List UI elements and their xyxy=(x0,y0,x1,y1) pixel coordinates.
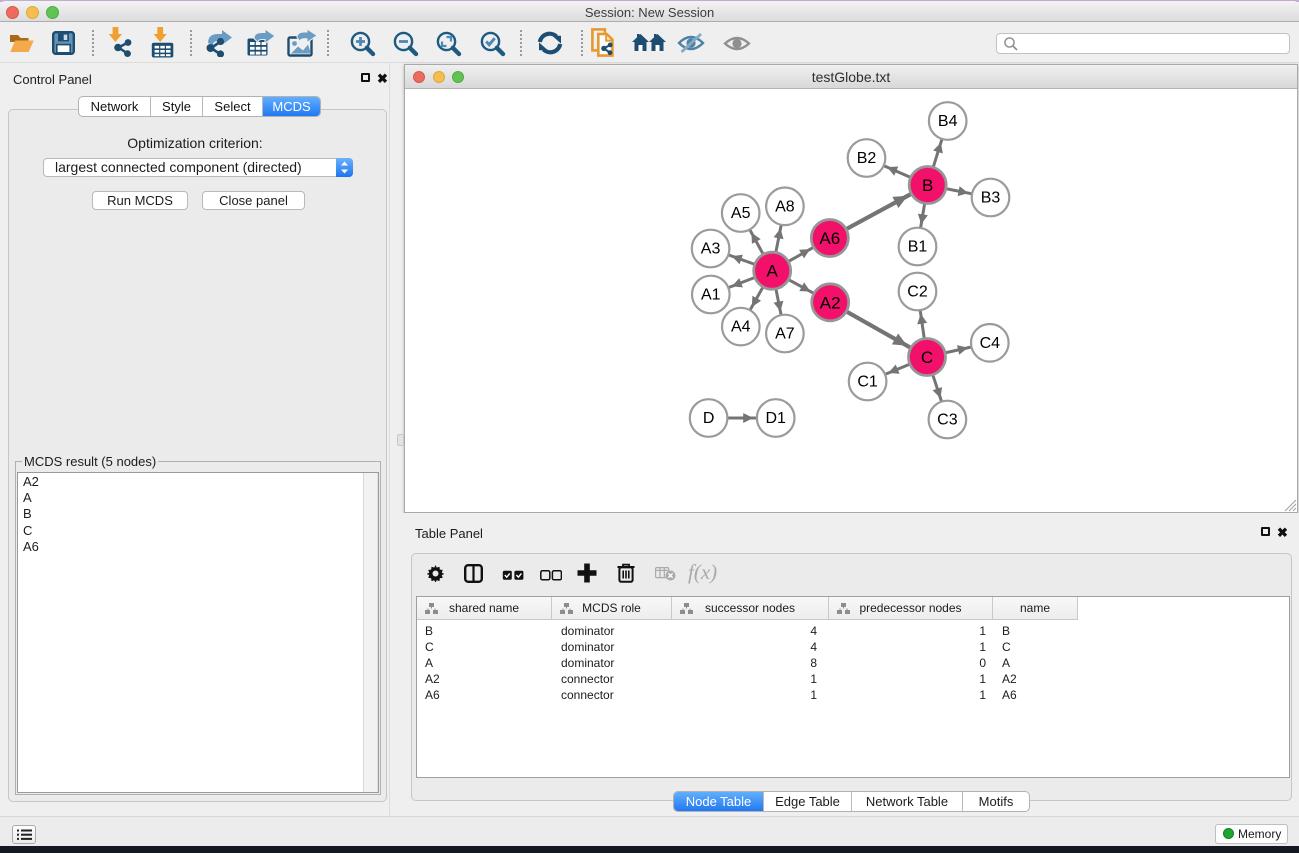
svg-text:B2: B2 xyxy=(857,150,877,167)
svg-text:B: B xyxy=(922,176,933,195)
svg-text:C: C xyxy=(921,348,933,367)
svg-text:A6: A6 xyxy=(819,229,840,248)
svg-text:B3: B3 xyxy=(981,190,1001,207)
svg-text:A5: A5 xyxy=(731,205,751,222)
svg-text:C3: C3 xyxy=(937,412,958,429)
svg-text:D: D xyxy=(703,410,715,427)
svg-text:D1: D1 xyxy=(765,410,786,427)
svg-text:A4: A4 xyxy=(731,319,751,336)
svg-text:A: A xyxy=(767,262,779,281)
svg-text:C1: C1 xyxy=(857,374,878,391)
svg-text:A1: A1 xyxy=(701,287,721,304)
svg-text:C4: C4 xyxy=(980,335,1001,352)
svg-text:A8: A8 xyxy=(775,198,795,215)
svg-text:A2: A2 xyxy=(820,293,841,312)
svg-text:B1: B1 xyxy=(908,239,928,256)
svg-text:A7: A7 xyxy=(775,326,795,343)
svg-text:C2: C2 xyxy=(907,284,928,301)
svg-text:A3: A3 xyxy=(701,241,721,258)
svg-text:B4: B4 xyxy=(938,113,958,130)
